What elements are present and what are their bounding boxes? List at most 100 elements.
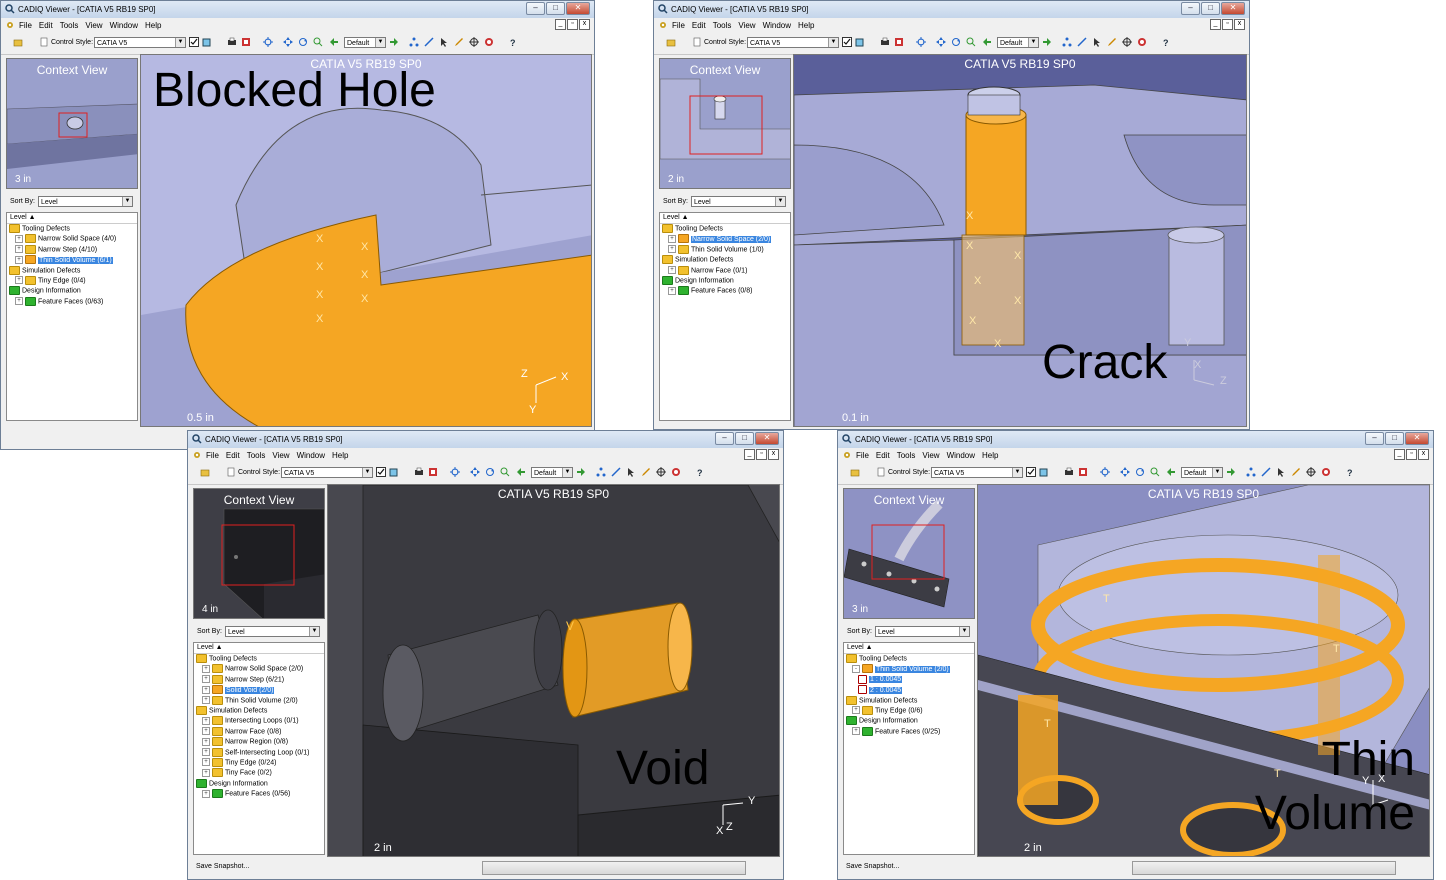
expand-icon[interactable]: + xyxy=(202,727,210,736)
snapshot-icon[interactable] xyxy=(894,37,904,47)
close-button[interactable]: ✕ xyxy=(1221,2,1245,15)
rotate-icon[interactable] xyxy=(485,467,495,477)
tree-item[interactable]: Tooling Defects xyxy=(660,224,790,234)
open-folder-icon[interactable] xyxy=(200,467,210,477)
tree-item[interactable]: Design Information xyxy=(7,286,137,296)
tree-item[interactable]: + Feature Faces (0/8) xyxy=(660,286,790,296)
zoom-icon[interactable] xyxy=(1150,467,1160,477)
expand-icon[interactable]: + xyxy=(202,737,210,746)
cube-icon[interactable] xyxy=(855,37,865,47)
tree-item[interactable]: + Thin Solid Volume (6/1) xyxy=(7,255,137,265)
print-icon[interactable] xyxy=(880,37,890,47)
cube-icon[interactable] xyxy=(202,37,212,47)
target-icon[interactable] xyxy=(1137,37,1147,47)
menu-tools[interactable]: Tools xyxy=(60,21,79,30)
tree-item[interactable]: Design Information xyxy=(660,275,790,286)
minimize-button[interactable]: – xyxy=(526,2,545,15)
zoom-fit-icon[interactable] xyxy=(916,37,926,47)
expand-icon[interactable]: + xyxy=(202,758,210,767)
sort-select[interactable]: Level ▼ xyxy=(875,626,970,637)
tree-item[interactable]: Tooling Defects xyxy=(844,654,974,664)
menu-window[interactable]: Window xyxy=(297,451,325,460)
tree-item[interactable]: + Feature Faces (0/63) xyxy=(7,296,137,307)
back-arrow-icon[interactable] xyxy=(982,37,992,47)
forward-arrow-icon[interactable] xyxy=(1226,467,1236,477)
tree-item[interactable]: + Narrow Step (4/10) xyxy=(7,244,137,255)
crosshair-icon[interactable] xyxy=(469,37,479,47)
check-icon[interactable] xyxy=(189,37,199,47)
expand-icon[interactable]: + xyxy=(202,696,210,705)
expand-icon[interactable]: + xyxy=(202,748,210,757)
back-arrow-icon[interactable] xyxy=(329,37,339,47)
tree-item[interactable]: Simulation Defects xyxy=(660,255,790,265)
select-icon[interactable] xyxy=(626,467,636,477)
menu-help[interactable]: Help xyxy=(332,451,348,460)
menu-edit[interactable]: Edit xyxy=(876,451,890,460)
tree-item[interactable]: + Intersecting Loops (0/1) xyxy=(194,716,324,726)
select-icon[interactable] xyxy=(1276,467,1286,477)
back-arrow-icon[interactable] xyxy=(516,467,526,477)
help-icon[interactable]: ? xyxy=(509,37,519,47)
menu-tools[interactable]: Tools xyxy=(897,451,916,460)
pencil-icon[interactable] xyxy=(1107,37,1117,47)
rotate-icon[interactable] xyxy=(298,37,308,47)
crosshair-icon[interactable] xyxy=(1306,467,1316,477)
context-view[interactable]: Context View 2 in xyxy=(659,58,791,189)
tree-item[interactable]: + Narrow Solid Space (4/0) xyxy=(7,234,137,244)
maximize-button[interactable]: □ xyxy=(735,432,754,445)
menu-edit[interactable]: Edit xyxy=(39,21,53,30)
mdi-restore-button[interactable]: ▫ xyxy=(1222,19,1233,30)
tree-header[interactable]: Level ▲ xyxy=(844,643,974,654)
measure-icon[interactable] xyxy=(424,37,434,47)
expand-icon[interactable]: + xyxy=(668,266,676,275)
menu-file[interactable]: File xyxy=(206,451,219,460)
target-icon[interactable] xyxy=(671,467,681,477)
sort-select[interactable]: Level ▼ xyxy=(691,196,786,207)
expand-icon[interactable]: + xyxy=(15,234,23,243)
check-icon[interactable] xyxy=(842,37,852,47)
menu-help[interactable]: Help xyxy=(982,451,998,460)
context-view[interactable]: Context View 3 in xyxy=(6,58,138,189)
tree-item[interactable]: Design Information xyxy=(194,778,324,789)
tree-item[interactable]: 1 : 0.0045 xyxy=(844,674,974,685)
mdi-close-button[interactable]: x xyxy=(1234,19,1245,30)
mdi-close-button[interactable]: x xyxy=(1418,449,1429,460)
expand-icon[interactable]: + xyxy=(668,245,676,254)
print-icon[interactable] xyxy=(1064,467,1074,477)
menu-window[interactable]: Window xyxy=(110,21,138,30)
mdi-close-button[interactable]: x xyxy=(768,449,779,460)
tree-item[interactable]: Simulation Defects xyxy=(844,695,974,706)
maximize-button[interactable]: □ xyxy=(1385,432,1404,445)
tree-item[interactable]: + Solid Void (2/0) xyxy=(194,685,324,695)
tree-item[interactable]: + Self-Intersecting Loop (0/1) xyxy=(194,747,324,758)
menu-file[interactable]: File xyxy=(19,21,32,30)
tree-item[interactable]: + Thin Solid Volume (2/0) xyxy=(194,695,324,706)
tree-icon[interactable] xyxy=(1062,37,1072,47)
pan-icon[interactable] xyxy=(470,467,480,477)
menu-window[interactable]: Window xyxy=(763,21,791,30)
check-icon[interactable] xyxy=(376,467,386,477)
measure-icon[interactable] xyxy=(1077,37,1087,47)
open-folder-icon[interactable] xyxy=(850,467,860,477)
menu-window[interactable]: Window xyxy=(947,451,975,460)
close-button[interactable]: ✕ xyxy=(1405,432,1429,445)
maximize-button[interactable]: □ xyxy=(1201,2,1220,15)
close-button[interactable]: ✕ xyxy=(755,432,779,445)
forward-arrow-icon[interactable] xyxy=(389,37,399,47)
expand-icon[interactable]: + xyxy=(202,768,210,777)
tree-item[interactable]: + Narrow Step (6/21) xyxy=(194,674,324,685)
tree-item[interactable]: 2 : 0.0045 xyxy=(844,685,974,695)
open-folder-icon[interactable] xyxy=(666,37,676,47)
tree-icon[interactable] xyxy=(409,37,419,47)
tree-item[interactable]: + Narrow Region (0/8) xyxy=(194,737,324,747)
zoom-fit-icon[interactable] xyxy=(1100,467,1110,477)
expand-icon[interactable]: + xyxy=(668,286,676,295)
sort-select[interactable]: Level ▼ xyxy=(225,626,320,637)
tree-item[interactable]: + Feature Faces (0/25) xyxy=(844,726,974,737)
pan-icon[interactable] xyxy=(1120,467,1130,477)
tree-item[interactable]: + Narrow Solid Space (2/0) xyxy=(660,234,790,244)
expand-icon[interactable]: + xyxy=(202,675,210,684)
maximize-button[interactable]: □ xyxy=(546,2,565,15)
pencil-icon[interactable] xyxy=(641,467,651,477)
3d-viewport[interactable]: V Y X Z CATIA V5 RB19 SP0 2 in xyxy=(327,484,780,857)
